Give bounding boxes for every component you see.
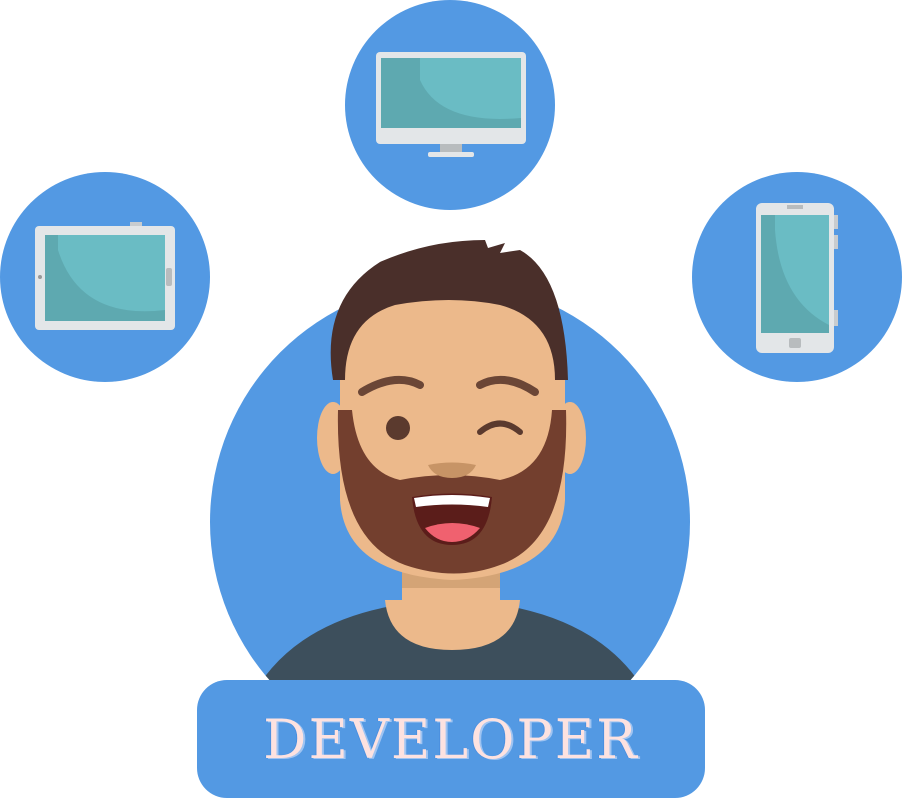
tablet-icon — [0, 172, 210, 382]
developer-illustration: DEVELOPER — [0, 0, 902, 799]
desktop-monitor-icon — [345, 0, 555, 210]
smartphone-icon — [692, 172, 902, 382]
banner-title: DEVELOPER — [263, 707, 639, 771]
